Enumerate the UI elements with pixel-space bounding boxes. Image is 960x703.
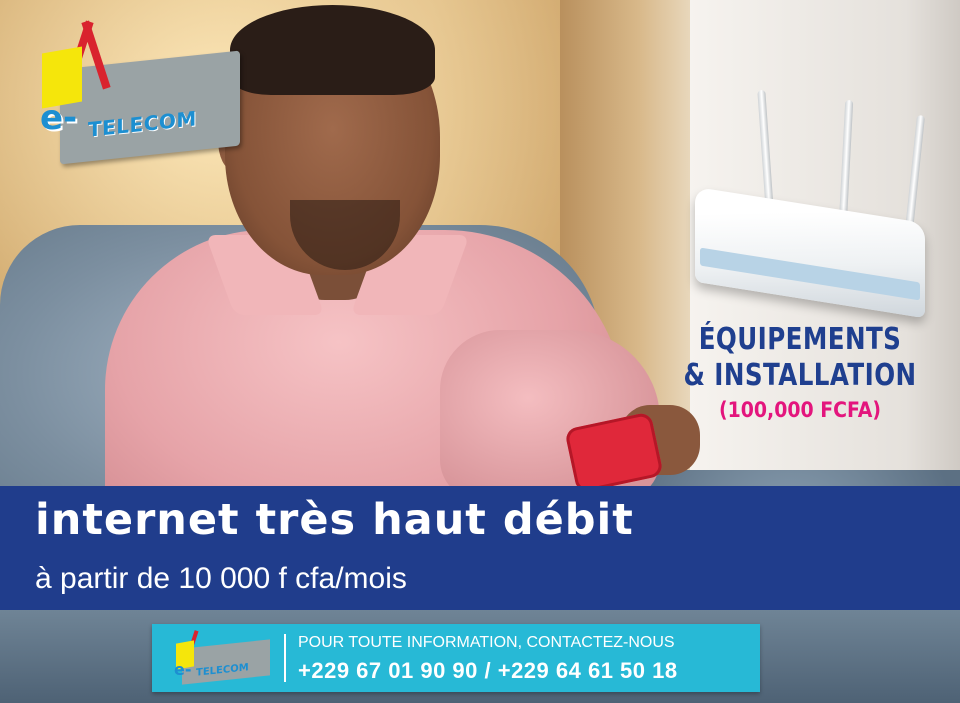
advertisement: e- TELECOM ÉQUIPEMENTS & INSTALLATION (1… xyxy=(0,0,960,703)
contact-box: e- TELECOM POUR TOUTE INFORMATION, CONTA… xyxy=(152,624,760,692)
contact-logo: e- TELECOM xyxy=(170,630,275,686)
logo-prefix: e- xyxy=(40,98,78,138)
contact-phone-numbers[interactable]: +229 67 01 90 90 / +229 64 61 50 18 xyxy=(298,658,678,684)
equipment-price: (100,000 FCFA) xyxy=(718,398,882,422)
etelecom-logo: e- TELECOM xyxy=(30,20,240,165)
installation-title: & INSTALLATION xyxy=(683,358,917,393)
headline: internet très haut débit xyxy=(35,495,634,545)
router-antenna xyxy=(838,99,854,226)
wifi-router-image xyxy=(690,85,940,319)
logo-card xyxy=(60,50,240,165)
equipment-offer: ÉQUIPEMENTS & INSTALLATION (100,000 FCFA… xyxy=(640,322,960,424)
contact-divider xyxy=(284,634,286,682)
contact-logo-prefix: e- xyxy=(174,660,192,679)
hair xyxy=(230,5,435,95)
price-subline: à partir de 10 000 f cfa/mois xyxy=(35,562,407,595)
contact-label: POUR TOUTE INFORMATION, CONTACTEZ-NOUS xyxy=(298,634,675,651)
equipment-title: ÉQUIPEMENTS xyxy=(698,322,902,357)
